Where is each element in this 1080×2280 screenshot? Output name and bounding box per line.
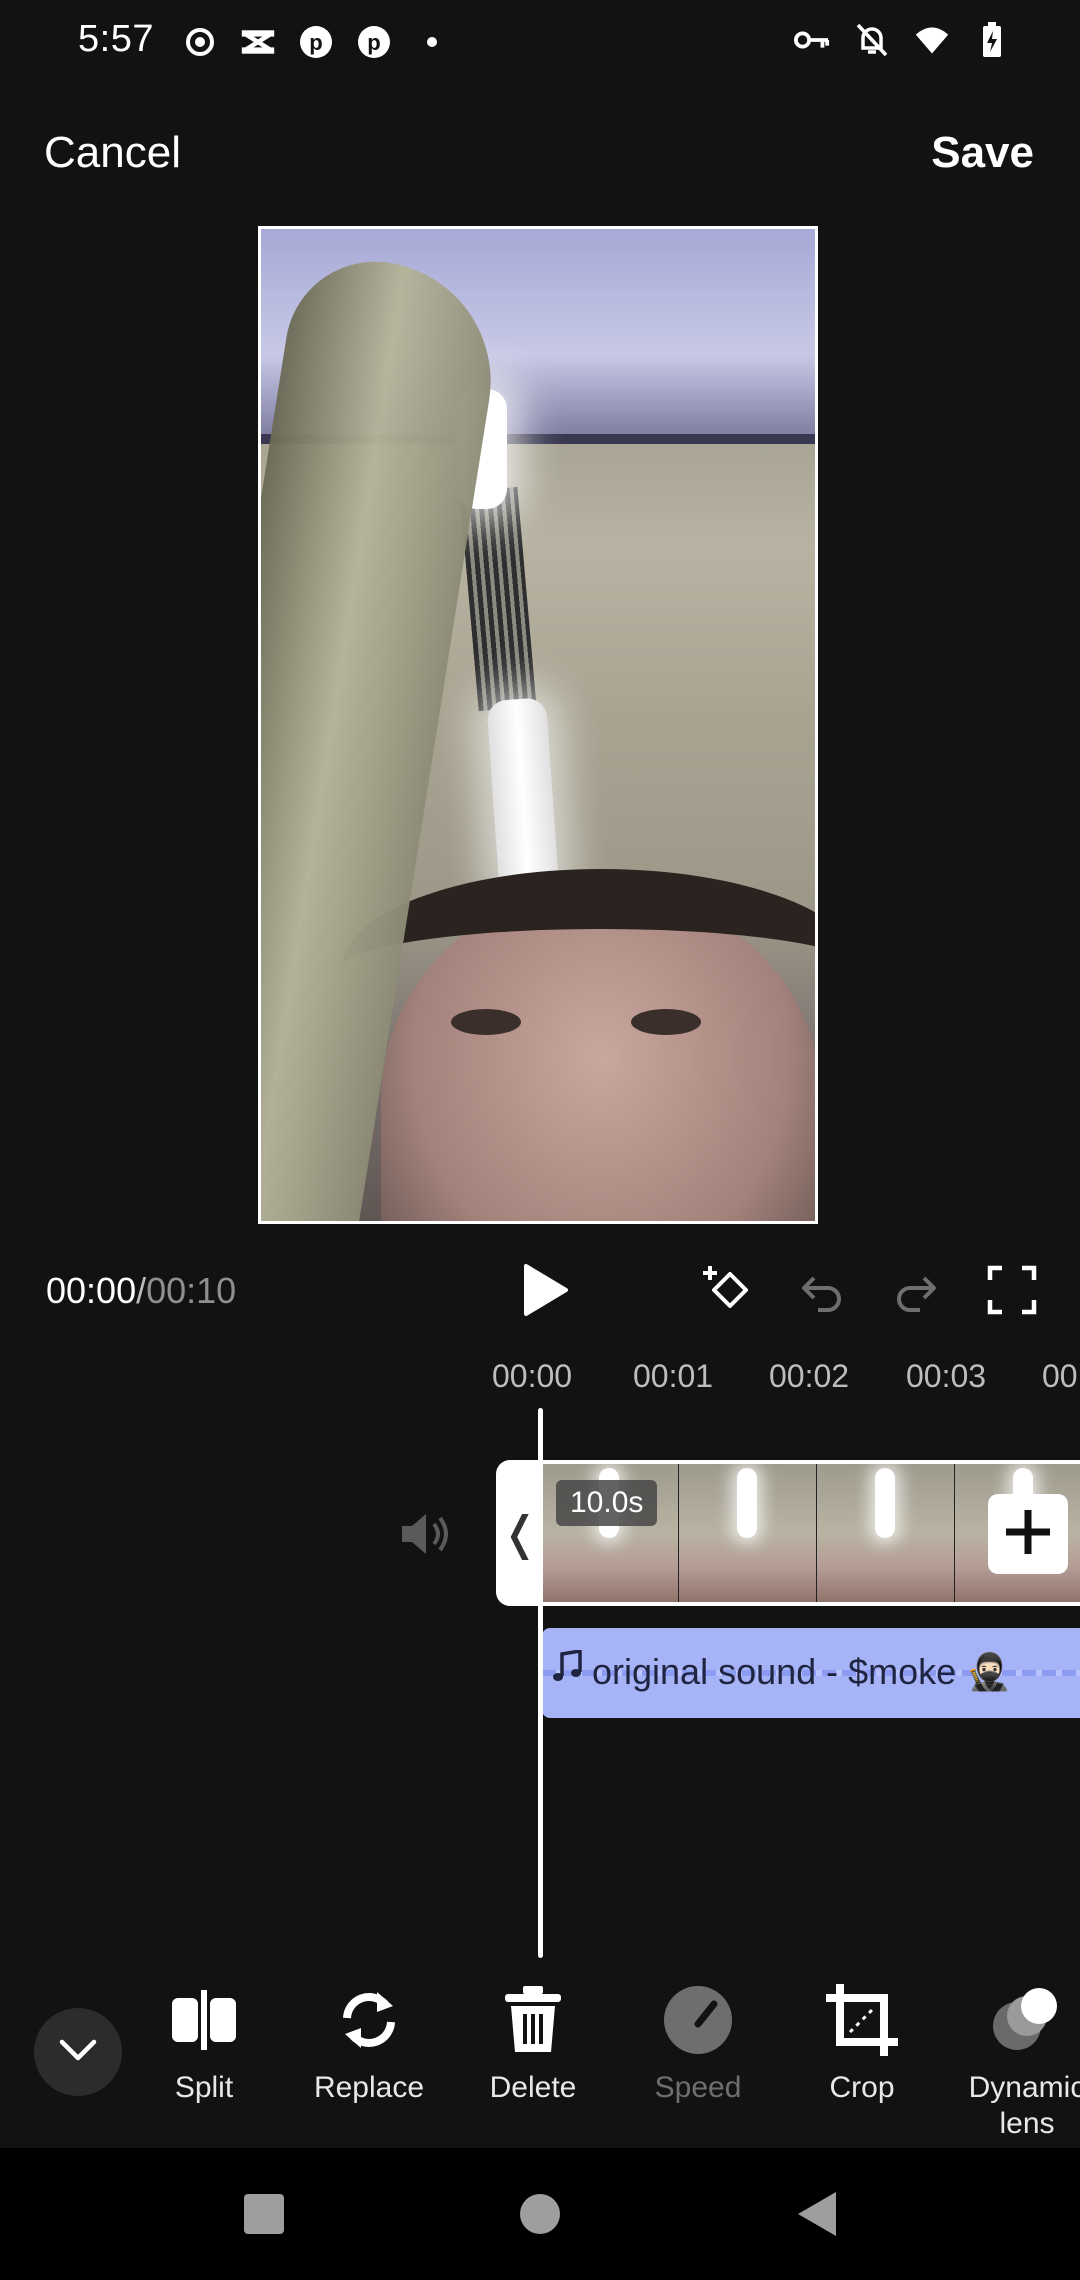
chevron-down-icon [58,2038,98,2067]
record-icon [182,24,218,60]
status-time: 5:57 [78,18,154,60]
speed-button[interactable]: Speed [623,1980,773,2106]
plus-icon [1002,1506,1054,1563]
speed-label: Speed [654,2071,742,2104]
cancel-button[interactable]: Cancel [44,128,181,178]
ruler-tick: 00:02 [769,1358,850,1394]
pinterest-icon: p [356,24,392,60]
svg-text:p: p [367,30,380,55]
clip-thumbnail [679,1464,817,1602]
playhead[interactable] [538,1408,543,1958]
add-clip-button[interactable] [988,1494,1068,1574]
volume-icon[interactable] [398,1508,454,1560]
home-icon[interactable] [512,2186,568,2242]
current-time: 00:00 [46,1270,137,1311]
split-icon [164,1980,244,2060]
replace-label: Replace [313,2071,425,2104]
preview-scene-eye [631,1009,701,1035]
video-preview[interactable] [258,226,818,1224]
speed-icon [658,1980,738,2060]
split-label: Split [174,2071,234,2104]
clip-thumbnail [817,1464,955,1602]
clip-duration-badge: 10.0s [556,1480,658,1526]
audio-title: original sound - $moke 🥷🏻 [592,1650,1012,1692]
crop-icon [822,1980,902,2060]
recents-icon[interactable] [236,2186,292,2242]
delete-button[interactable]: Delete [458,1980,608,2106]
preview-scene-vent [459,486,537,712]
pinterest-icon: p [298,24,334,60]
battery-charging-icon [974,22,1010,58]
capcut-icon [240,24,276,60]
wifi-icon [914,22,950,58]
dynamic-lens-label: Dynamic lens [968,2071,1080,2140]
redo-icon[interactable] [890,1264,942,1316]
dot-icon [414,24,450,60]
audio-track-label: original sound - $moke 🥷🏻 [552,1648,1012,1693]
bell-off-icon [854,22,890,58]
back-icon[interactable] [790,2186,846,2242]
svg-text:p: p [309,30,322,55]
time-separator: / [136,1270,147,1311]
vpn-key-icon [794,22,830,58]
save-button[interactable]: Save [931,128,1034,178]
dynamic-lens-icon [987,1980,1067,2060]
play-icon[interactable] [516,1262,572,1318]
add-keyframe-icon[interactable] [700,1264,752,1316]
undo-icon[interactable] [796,1264,848,1316]
total-time: 00:10 [146,1270,237,1311]
delete-label: Delete [489,2071,577,2104]
ruler-tick: 00 [1042,1358,1078,1394]
dynamic-lens-button[interactable]: Dynamic lens [952,1980,1080,2142]
crop-button[interactable]: Crop [787,1980,937,2106]
ruler-tick: 00:03 [906,1358,987,1394]
fullscreen-icon[interactable] [986,1264,1038,1316]
replace-icon [329,1980,409,2060]
trash-icon [493,1980,573,2060]
preview-scene-hair [341,869,815,1069]
replace-button[interactable]: Replace [294,1980,444,2106]
crop-label: Crop [829,2071,895,2104]
time-display: 00:00/00:10 [46,1270,236,1312]
status-left-icons: p p [182,24,450,60]
clip-trim-handle[interactable]: ❬ [496,1460,544,1606]
split-button[interactable]: Split [129,1980,279,2106]
ruler-tick: 00:01 [633,1358,714,1394]
collapse-toolbar-button[interactable] [34,2008,122,2096]
ruler-tick: 00:00 [492,1358,573,1394]
status-right-icons [794,22,1010,58]
music-note-icon [552,1648,582,1693]
preview-scene-eye [451,1009,521,1035]
